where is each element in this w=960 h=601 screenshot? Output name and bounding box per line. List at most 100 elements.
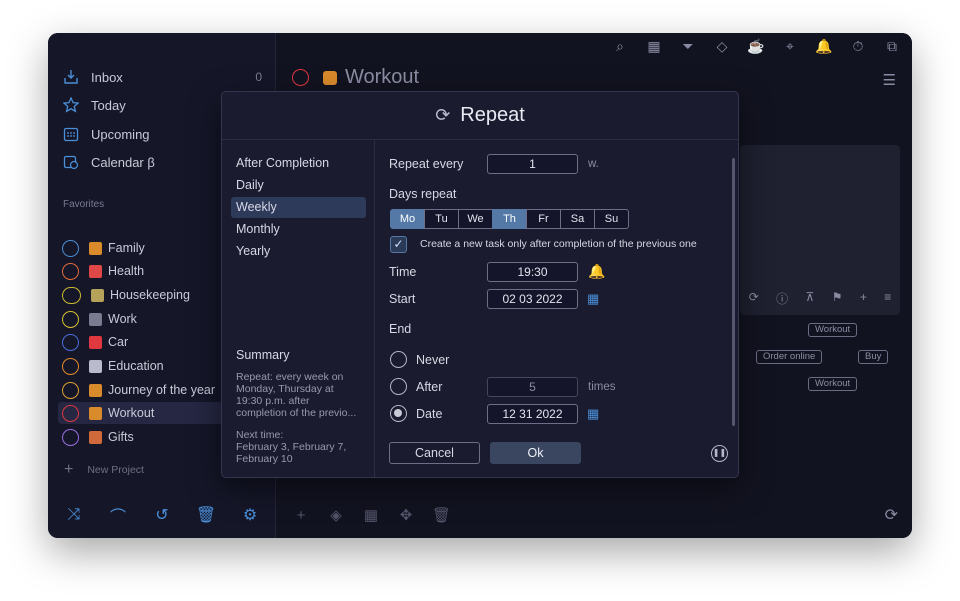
family-emoji-icon bbox=[89, 241, 102, 255]
project-ring-icon bbox=[62, 381, 79, 399]
flexed-arm-emoji-icon bbox=[89, 406, 102, 420]
days-repeat-label: Days repeat bbox=[389, 187, 457, 201]
start-label: Start bbox=[389, 292, 416, 306]
end-date-radio[interactable] bbox=[390, 405, 407, 422]
tag-icon[interactable]: ◇ bbox=[712, 38, 732, 55]
plus-icon[interactable]: + bbox=[860, 290, 867, 307]
calendar-icon[interactable]: ▦ bbox=[644, 38, 664, 55]
calendar-clock-icon bbox=[62, 153, 80, 171]
coffee-icon[interactable]: ☕ bbox=[746, 38, 766, 55]
repeat-every-label: Repeat every bbox=[389, 157, 464, 171]
repeat-icon: ⟳ bbox=[435, 105, 451, 125]
project-ring-icon bbox=[62, 310, 79, 328]
start-date-input[interactable]: 02 03 2022 bbox=[487, 289, 578, 309]
alert-icon[interactable]: ⓘ bbox=[776, 290, 788, 307]
calendar-grid-icon bbox=[62, 125, 80, 143]
trash-icon[interactable]: 🗑 bbox=[432, 506, 451, 524]
scrollbar[interactable] bbox=[732, 158, 735, 426]
after-completion-checkbox[interactable]: ✓ bbox=[390, 236, 407, 253]
new-project-button[interactable]: + New Project bbox=[64, 461, 144, 479]
project-ring-icon bbox=[62, 404, 79, 422]
repeat-option-weekly[interactable]: Weekly bbox=[231, 197, 366, 218]
day-toggle-mo[interactable]: Mo bbox=[390, 209, 425, 229]
repeat-option-yearly[interactable]: Yearly bbox=[231, 241, 366, 262]
repeat-option-monthly[interactable]: Monthly bbox=[231, 219, 366, 240]
day-toggle-sa[interactable]: Sa bbox=[560, 209, 595, 229]
trash-icon[interactable]: 🗑 bbox=[195, 505, 217, 525]
focus-icon[interactable]: ⌖ bbox=[780, 38, 800, 55]
top-toolbar: ⌕ ▦ ⏷ ◇ ☕ ⌖ 🔔 ⏱ ⧉ bbox=[610, 38, 902, 55]
add-task-icon[interactable]: + bbox=[292, 507, 310, 524]
tag-badge[interactable]: Workout bbox=[808, 323, 858, 337]
end-date-input[interactable]: 12 31 2022 bbox=[487, 404, 578, 424]
end-never-radio[interactable] bbox=[390, 351, 407, 368]
sync-icon[interactable]: ⟳ bbox=[885, 505, 898, 525]
day-toggle-tu[interactable]: Tu bbox=[424, 209, 459, 229]
weekday-selector: Mo Tu We Th Fr Sa Su bbox=[390, 209, 629, 229]
sidebar-item-label: Inbox bbox=[91, 69, 123, 85]
tag-badge[interactable]: Buy bbox=[858, 350, 889, 364]
repeat-option-daily[interactable]: Daily bbox=[231, 175, 366, 196]
ok-button[interactable]: Ok bbox=[490, 442, 581, 464]
day-toggle-fr[interactable]: Fr bbox=[526, 209, 561, 229]
repeat-option-after-completion[interactable]: After Completion bbox=[231, 153, 366, 174]
list-icon[interactable]: ≡ bbox=[884, 290, 891, 307]
shuffle-icon[interactable]: ⤨ bbox=[63, 506, 85, 524]
end-date-label: Date bbox=[416, 407, 443, 421]
day-toggle-th[interactable]: Th bbox=[492, 209, 527, 229]
end-after-radio[interactable] bbox=[390, 378, 407, 395]
repeat-every-input[interactable]: 1 bbox=[487, 154, 578, 174]
project-label: Housekeeping bbox=[110, 288, 190, 302]
move-icon[interactable]: ✥ bbox=[397, 506, 415, 524]
end-after-count-input[interactable]: 5 bbox=[487, 377, 578, 397]
flag-icon[interactable]: ⚑ bbox=[832, 290, 843, 307]
rainbow-icon[interactable]: ⌒ bbox=[107, 503, 129, 527]
project-label: Workout bbox=[108, 406, 155, 420]
project-label: Work bbox=[108, 312, 137, 326]
flexed-arm-emoji-icon bbox=[323, 70, 337, 85]
island-emoji-icon bbox=[89, 383, 102, 397]
new-project-label: New Project bbox=[87, 464, 144, 476]
timer-icon[interactable]: ⏱ bbox=[848, 38, 868, 55]
layers-icon[interactable]: ◈ bbox=[327, 506, 345, 524]
sidebar-item-inbox[interactable]: Inbox 0 bbox=[62, 65, 262, 89]
pause-icon[interactable]: ❚❚ bbox=[711, 445, 728, 462]
bell-icon[interactable]: 🔔 bbox=[588, 263, 605, 280]
laptop-emoji-icon bbox=[89, 312, 102, 326]
gear-icon[interactable]: ⚙ bbox=[239, 505, 261, 525]
search-icon[interactable]: ⌕ bbox=[610, 38, 630, 55]
calendar-icon[interactable]: ▦ bbox=[362, 506, 380, 524]
sidebar-item-label: Upcoming bbox=[91, 126, 150, 142]
hamburger-menu-icon[interactable]: ☰ bbox=[883, 71, 896, 89]
repeat-unit: w. bbox=[588, 158, 599, 170]
bell-icon[interactable]: 🔔 bbox=[814, 38, 834, 55]
project-label: Car bbox=[108, 335, 129, 349]
tag-badge[interactable]: Order online bbox=[756, 350, 823, 364]
inbox-icon bbox=[62, 68, 80, 86]
project-ring-icon bbox=[62, 239, 79, 257]
day-toggle-we[interactable]: We bbox=[458, 209, 493, 229]
cancel-button[interactable]: Cancel bbox=[389, 442, 480, 464]
calendar-icon[interactable]: ▦ bbox=[587, 291, 599, 307]
dialog-title: Repeat bbox=[460, 104, 525, 126]
tag-badge[interactable]: Workout bbox=[808, 377, 858, 391]
project-ring-icon[interactable] bbox=[292, 69, 309, 86]
repeat-icon[interactable]: ⟳ bbox=[749, 290, 759, 307]
project-label: Education bbox=[108, 359, 164, 373]
pin-icon[interactable]: ⊼ bbox=[806, 290, 815, 307]
windows-icon[interactable]: ⧉ bbox=[882, 38, 902, 55]
filter-icon[interactable]: ⏷ bbox=[678, 38, 698, 55]
calendar-icon[interactable]: ▦ bbox=[587, 406, 599, 422]
book-emoji-icon bbox=[89, 359, 102, 373]
project-header: Workout bbox=[292, 66, 419, 89]
time-input[interactable]: 19:30 bbox=[487, 262, 578, 282]
project-label: Gifts bbox=[108, 430, 134, 444]
history-icon[interactable]: ↺ bbox=[151, 505, 173, 525]
day-toggle-su[interactable]: Su bbox=[594, 209, 629, 229]
project-ring-icon bbox=[62, 262, 79, 280]
end-after-label: After bbox=[416, 380, 443, 394]
next-time-text: Next time: February 3, February 7, Febru… bbox=[236, 429, 347, 465]
time-label: Time bbox=[389, 265, 417, 279]
broom-emoji-icon bbox=[91, 288, 104, 302]
project-ring-icon bbox=[62, 428, 79, 446]
